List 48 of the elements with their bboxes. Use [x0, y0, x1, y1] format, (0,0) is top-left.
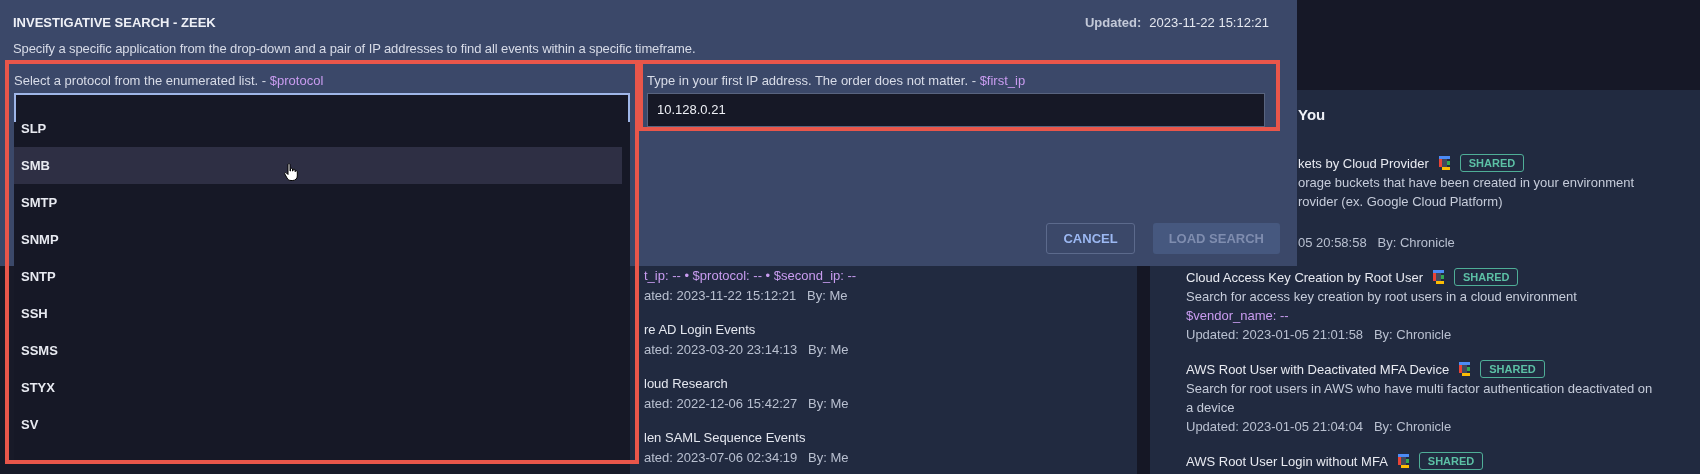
shared-badge: SHARED: [1459, 154, 1525, 172]
search-title[interactable]: re AD Login Events: [644, 320, 1137, 340]
dropdown-option[interactable]: SV: [14, 406, 622, 443]
dialog-title: INVESTIGATIVE SEARCH - ZEEK: [13, 13, 216, 32]
dropdown-option[interactable]: SSH: [14, 295, 622, 332]
shared-badge: SHARED: [1418, 452, 1484, 470]
logo-icon: [1459, 362, 1471, 376]
input-field[interactable]: 10.128.0.21: [647, 92, 1265, 127]
shared-badge: SHARED: [1454, 268, 1519, 286]
saved-search-title[interactable]: kets by Cloud Provider: [1298, 153, 1429, 173]
search-title[interactable]: len SAML Sequence Events: [644, 428, 1137, 448]
updated-label: Updated:: [1084, 13, 1142, 32]
dropdown-option[interactable]: SNTP: [14, 258, 622, 295]
dropdown-option[interactable]: STYX: [14, 369, 622, 406]
logo-icon: [1433, 270, 1444, 284]
search-variables: $vendor_name: --: [1186, 307, 1290, 325]
updated-timestamp: 2023-11-22 15:12:21: [1149, 13, 1269, 32]
saved-search-title[interactable]: AWS Root User Login without MFA: [1186, 451, 1388, 471]
saved-search-title[interactable]: Cloud Access Key Creation by Root User: [1186, 267, 1423, 287]
logo-icon: [1397, 454, 1409, 468]
search-meta: ated: 2023-07-06 02:34:19 By: Me: [644, 449, 850, 467]
search-title[interactable]: loud Research: [644, 374, 1137, 394]
hand-cursor-icon: [284, 163, 298, 181]
search-meta: ated: 2023-03-20 23:14:13 By: Me: [644, 341, 850, 359]
dropdown-option[interactable]: SLP: [14, 122, 622, 147]
search-meta: ated: 2023-11-22 15:12:21 By: Me: [644, 287, 849, 305]
dropdown-option[interactable]: SMB: [14, 147, 622, 184]
description-line: Search for access key creation by root users in a cloud environment: [1186, 288, 1578, 306]
shared-badge: SHARED: [1480, 360, 1545, 378]
description-line: rovider (ex. Google Cloud Platform): [1298, 193, 1504, 211]
cancel-button[interactable]: CANCEL: [1046, 223, 1135, 254]
field-label: Type in your first IP address. The order does not matter. - $first_ip: [647, 71, 1027, 90]
description-line: Search for root users in AWS who have multi factor authentication deactivated on: [1186, 380, 1654, 398]
description-line: a device: [1186, 399, 1236, 417]
dropdown-option[interactable]: SNMP: [14, 221, 622, 258]
dialog-description: Specify a specific application from the drop-down and a pair of IP addresses to find all events within a specific timeframe.: [12, 40, 697, 58]
search-meta: 05 20:58:58 By: Chronicle: [1298, 234, 1456, 252]
search-variables: t_ip: -- • $protocol: -- • $second_ip: --: [644, 267, 858, 285]
search-meta: Updated: 2023-01-05 21:01:58 By: Chronicle: [1186, 326, 1453, 344]
search-meta: Updated: 2023-01-05 21:04:04 By: Chronicle: [1186, 418, 1453, 436]
description-line: orage buckets that have been created in your environment: [1298, 174, 1636, 192]
field-label: Select a protocol from the enumerated list. - $protocol: [14, 71, 325, 90]
search-meta: ated: 2022-12-06 15:42:27 By: Me: [644, 395, 850, 413]
saved-search-title[interactable]: AWS Root User with Deactivated MFA Device: [1186, 359, 1450, 379]
dropdown-option[interactable]: SSMS: [14, 332, 622, 369]
logo-icon: [1438, 156, 1450, 170]
dropdown-option[interactable]: SMTP: [14, 184, 622, 221]
section-heading: You: [1298, 106, 1326, 124]
